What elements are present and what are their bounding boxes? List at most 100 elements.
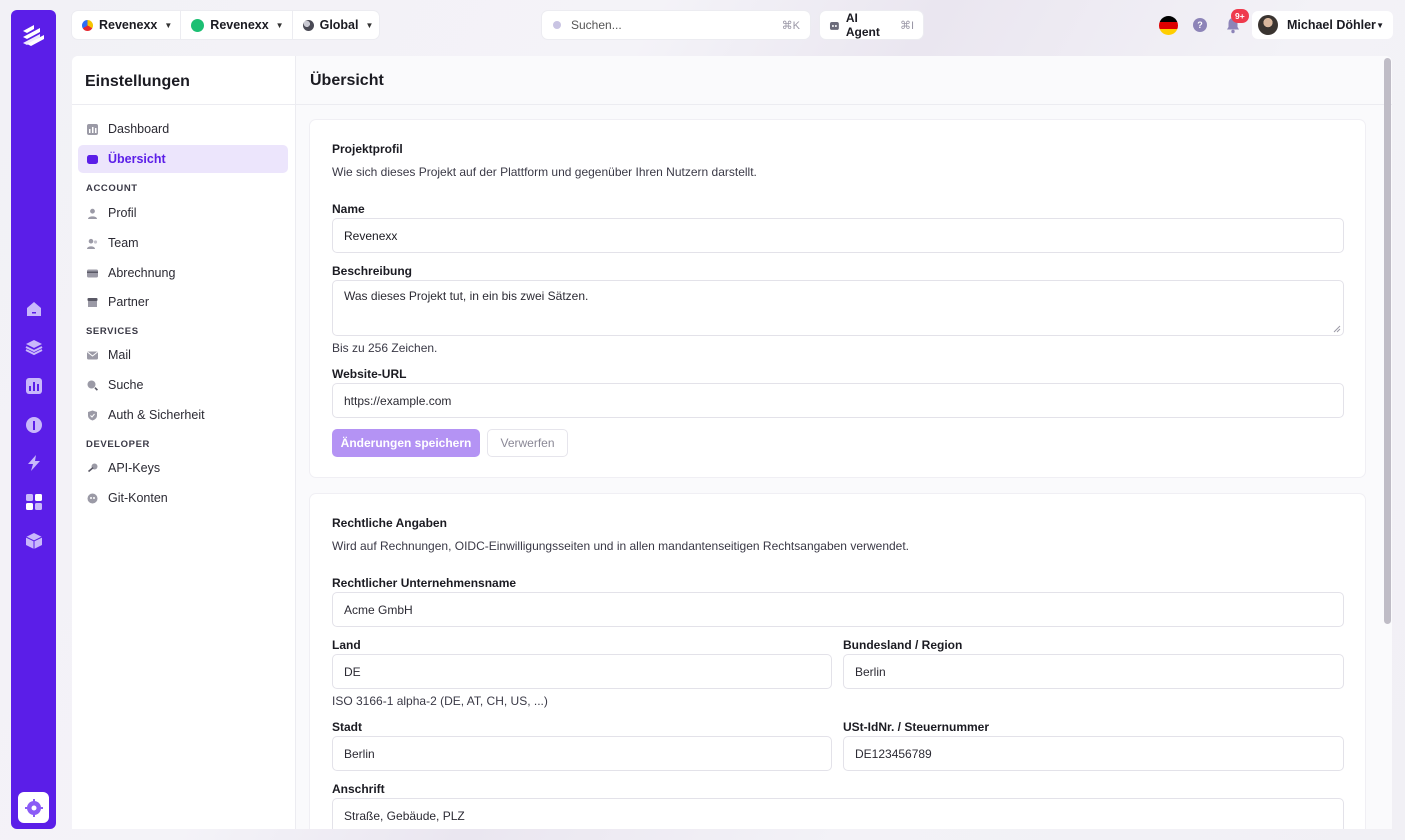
card-description: Wird auf Rechnungen, OIDC-Einwilligungss… bbox=[332, 539, 910, 553]
chevron-down-icon: ▼ bbox=[164, 20, 173, 30]
sidebar-item-billing[interactable]: Abrechnung bbox=[78, 259, 288, 287]
top-bar: Revenexx ▼ Revenexx ▼ Global ▼ Suchen...… bbox=[0, 0, 1405, 52]
help-icon[interactable]: ? bbox=[1193, 18, 1207, 32]
dashboard-icon bbox=[87, 123, 98, 135]
discard-button[interactable]: Verwerfen bbox=[487, 429, 568, 457]
description-hint: Bis zu 256 Zeichen. bbox=[332, 341, 438, 355]
organization-name: Revenexx bbox=[99, 18, 158, 32]
resize-handle-icon[interactable] bbox=[1333, 325, 1341, 333]
sidebar-item-label: API-Keys bbox=[108, 461, 161, 475]
address-field[interactable]: Straße, Gebäude, PLZ bbox=[332, 798, 1344, 829]
sidebar-item-partner[interactable]: Partner bbox=[78, 288, 288, 316]
global-search[interactable]: Suchen... ⌘K bbox=[542, 11, 810, 39]
sidebar-item-mail[interactable]: Mail bbox=[78, 341, 288, 369]
settings-gear-button[interactable] bbox=[18, 792, 49, 823]
project-switcher: Revenexx ▼ Revenexx ▼ Global ▼ bbox=[72, 11, 379, 39]
divider bbox=[72, 104, 296, 105]
country-placeholder: DE bbox=[344, 664, 361, 679]
sidebar-item-api-keys[interactable]: API-Keys bbox=[78, 454, 288, 482]
region-field[interactable]: Berlin bbox=[843, 654, 1344, 689]
organization-switcher[interactable]: Revenexx ▼ bbox=[72, 11, 182, 39]
city-placeholder: Berlin bbox=[344, 746, 375, 761]
search-shortcut: ⌘K bbox=[781, 19, 800, 32]
website-placeholder: https://example.com bbox=[344, 393, 452, 408]
search-icon bbox=[553, 20, 561, 29]
sidebar-item-label: Abrechnung bbox=[108, 266, 176, 280]
description-placeholder: Was dieses Projekt tut, in ein bis zwei … bbox=[344, 289, 589, 303]
name-field[interactable]: Revenexx bbox=[332, 218, 1344, 253]
sidebar-item-label: Dashboard bbox=[108, 122, 170, 136]
layers-icon[interactable] bbox=[24, 337, 43, 356]
functions-icon[interactable] bbox=[24, 453, 43, 472]
company-name-label: Rechtlicher Unternehmensname bbox=[332, 576, 517, 590]
sidebar-item-label: Partner bbox=[108, 295, 149, 309]
ai-agent-label: AI Agent bbox=[845, 11, 880, 39]
overview-icon bbox=[87, 154, 98, 165]
page-title: Übersicht bbox=[310, 72, 384, 89]
project-selector[interactable]: Revenexx ▼ bbox=[181, 11, 293, 39]
chevron-down-icon: ▼ bbox=[1376, 20, 1384, 30]
card-title: Rechtliche Angaben bbox=[332, 516, 447, 530]
region-label: Bundesland / Region bbox=[843, 638, 963, 652]
user-menu[interactable]: Michael Döhler ▼ bbox=[1252, 11, 1393, 39]
description-field[interactable]: Was dieses Projekt tut, in ein bis zwei … bbox=[332, 280, 1344, 336]
user-name: Michael Döhler bbox=[1287, 18, 1376, 32]
city-label: Stadt bbox=[332, 720, 362, 734]
nav-section-account: ACCOUNT bbox=[86, 183, 138, 194]
address-placeholder: Straße, Gebäude, PLZ bbox=[344, 808, 465, 823]
analytics-icon[interactable] bbox=[24, 376, 43, 395]
legal-info-card: Rechtliche Angaben Wird auf Rechnungen, … bbox=[310, 494, 1365, 829]
key-icon bbox=[87, 463, 98, 474]
package-icon[interactable] bbox=[24, 531, 43, 550]
name-label: Name bbox=[332, 202, 365, 216]
scrollbar[interactable] bbox=[1384, 58, 1391, 624]
address-label: Anschrift bbox=[332, 782, 385, 796]
sidebar-item-git-accounts[interactable]: Git-Konten bbox=[78, 484, 288, 512]
country-hint: ISO 3166-1 alpha-2 (DE, AT, CH, US, ...) bbox=[332, 694, 548, 708]
shield-icon bbox=[87, 410, 98, 421]
sidebar-item-label: Auth & Sicherheit bbox=[108, 408, 205, 422]
city-field[interactable]: Berlin bbox=[332, 736, 832, 771]
region-placeholder: Berlin bbox=[855, 664, 886, 679]
sidebar-item-dashboard[interactable]: Dashboard bbox=[78, 115, 288, 143]
sidebar-item-team[interactable]: Team bbox=[78, 229, 288, 257]
de-flag-icon[interactable] bbox=[1159, 16, 1178, 35]
sidebar-item-profile[interactable]: Profil bbox=[78, 199, 288, 227]
country-field[interactable]: DE bbox=[332, 654, 832, 689]
sidebar-item-overview[interactable]: Übersicht bbox=[78, 145, 288, 173]
company-name-field[interactable]: Acme GmbH bbox=[332, 592, 1344, 627]
search-icon bbox=[87, 380, 98, 391]
apps-icon[interactable] bbox=[24, 492, 43, 511]
description-label: Beschreibung bbox=[332, 264, 413, 278]
company-name-placeholder: Acme GmbH bbox=[344, 602, 413, 617]
mail-icon bbox=[87, 350, 98, 361]
vat-field[interactable]: DE123456789 bbox=[843, 736, 1344, 771]
ai-agent-shortcut: ⌘I bbox=[899, 19, 914, 32]
nav-section-services: SERVICES bbox=[86, 326, 139, 337]
website-field[interactable]: https://example.com bbox=[332, 383, 1344, 418]
notification-badge: 9+ bbox=[1231, 9, 1249, 23]
content-area: Übersicht Projektprofil Wie sich dieses … bbox=[296, 56, 1392, 829]
vat-placeholder: DE123456789 bbox=[855, 746, 932, 761]
save-button[interactable]: Änderungen speichern bbox=[332, 429, 480, 457]
sidebar-item-label: Übersicht bbox=[108, 152, 166, 166]
sidebar-item-search[interactable]: Suche bbox=[78, 371, 288, 399]
store-icon bbox=[87, 297, 98, 308]
storage-icon[interactable] bbox=[24, 415, 43, 434]
ai-agent-button[interactable]: AI Agent ⌘I bbox=[820, 11, 923, 39]
search-placeholder: Suchen... bbox=[571, 18, 622, 32]
card-description: Wie sich dieses Projekt auf der Plattfor… bbox=[332, 165, 757, 179]
home-icon[interactable] bbox=[24, 299, 43, 318]
billing-icon bbox=[87, 268, 98, 279]
chevron-down-icon: ▼ bbox=[275, 20, 284, 30]
settings-sidebar: Einstellungen Dashboard Übersicht ACCOUN… bbox=[72, 56, 296, 829]
name-value: Revenexx bbox=[344, 228, 398, 243]
sidebar-item-auth-security[interactable]: Auth & Sicherheit bbox=[78, 401, 288, 429]
gear-icon bbox=[24, 798, 43, 817]
app-rail bbox=[11, 10, 56, 829]
region-selector[interactable]: Global ▼ bbox=[293, 11, 382, 39]
vat-label: USt-IdNr. / Steuernummer bbox=[843, 720, 990, 734]
robot-icon bbox=[829, 21, 839, 30]
globe-icon bbox=[302, 19, 314, 31]
sidebar-item-label: Git-Konten bbox=[108, 491, 168, 505]
